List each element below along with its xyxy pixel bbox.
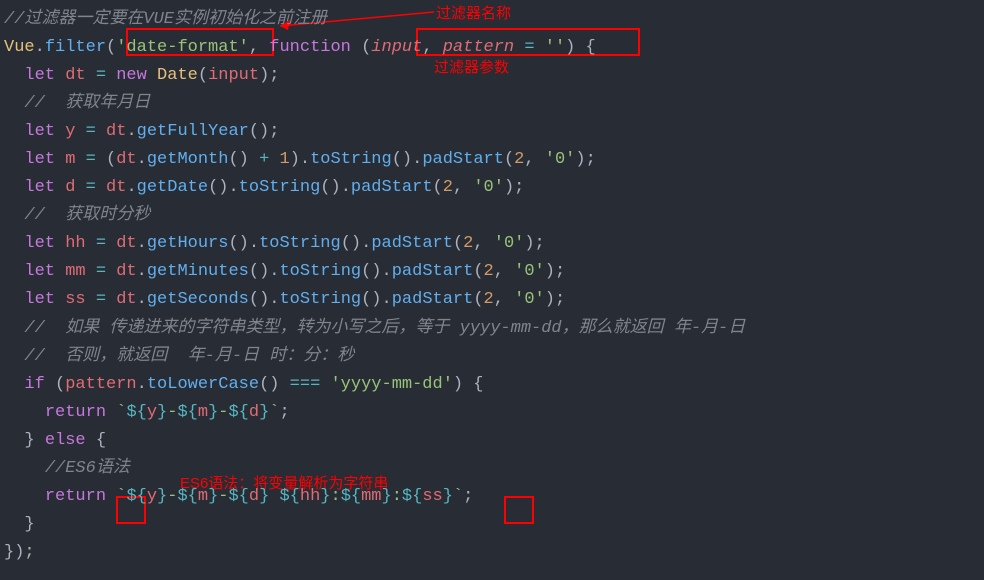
code-line: let dt = new Date(input); [4,62,984,90]
code-line: let mm = dt.getMinutes().toString().padS… [4,258,984,286]
code-line: }); [4,539,984,567]
code-line: // 获取年月日 [4,90,984,118]
code-line: let m = (dt.getMonth() + 1).toString().p… [4,146,984,174]
code-line: //过滤器一定要在VUE实例初始化之前注册 [4,6,984,34]
code-line: return `${y}-${m}-${d}`; [4,399,984,427]
code-line: // 如果 传递进来的字符串类型，转为小写之后，等于 yyyy-mm-dd，那么… [4,315,984,343]
code-line: if (pattern.toLowerCase() === 'yyyy-mm-d… [4,371,984,399]
code-line: let hh = dt.getHours().toString().padSta… [4,230,984,258]
code-line: } [4,511,984,539]
code-line: // 获取时分秒 [4,202,984,230]
code-line: return `${y}-${m}-${d} ${hh}:${mm}:${ss}… [4,483,984,511]
code-line: // 否则，就返回 年-月-日 时：分：秒 [4,343,984,371]
code-line: let d = dt.getDate().toString().padStart… [4,174,984,202]
code-line: Vue.filter('date-format', function (inpu… [4,34,984,62]
code-line: //ES6语法 [4,455,984,483]
code-line: } else { [4,427,984,455]
code-line: let y = dt.getFullYear(); [4,118,984,146]
code-line: let ss = dt.getSeconds().toString().padS… [4,286,984,314]
